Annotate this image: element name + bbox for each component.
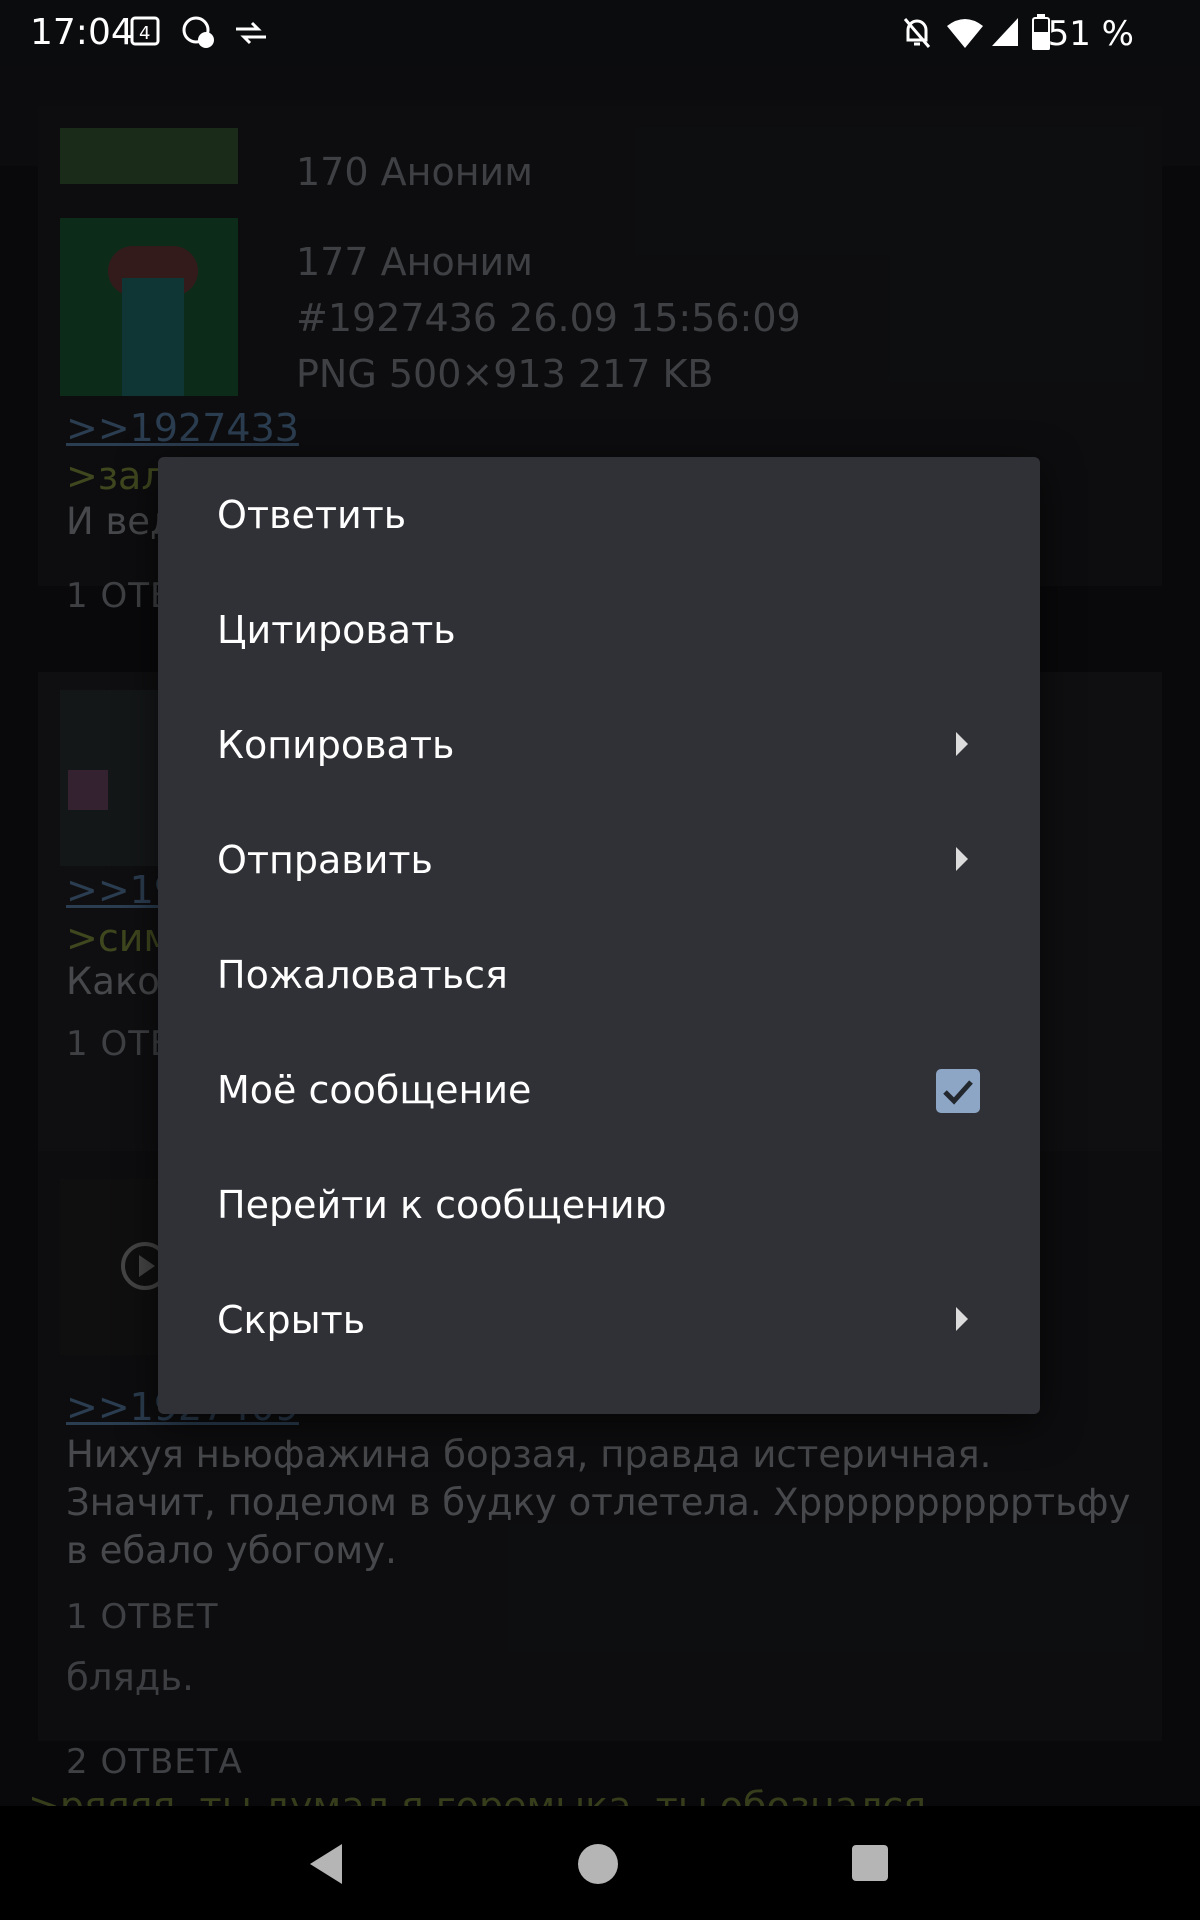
data-saver-icon — [182, 16, 214, 48]
status-bar: 17:04 4 51 % — [0, 0, 1200, 66]
bell-off-icon — [903, 18, 931, 48]
submenu-arrow-icon — [956, 1307, 968, 1331]
svg-text:4: 4 — [139, 23, 150, 44]
menu-item-my-post[interactable]: Моё сообщение — [158, 1033, 1040, 1148]
sync-arrows-icon — [236, 21, 266, 45]
battery-percent: 51 % — [1047, 14, 1134, 54]
check-icon — [943, 1080, 973, 1105]
menu-item-label: Цитировать — [217, 608, 456, 652]
menu-item-send[interactable]: Отправить — [158, 803, 1040, 918]
back-icon[interactable] — [306, 1842, 346, 1886]
menu-item-label: Скрыть — [217, 1298, 366, 1342]
post-context-menu: Ответить Цитировать Копировать Отправить… — [158, 457, 1040, 1414]
wifi-icon — [947, 19, 983, 48]
menu-item-copy[interactable]: Копировать — [158, 688, 1040, 803]
menu-item-label: Перейти к сообщению — [217, 1183, 667, 1227]
menu-item-label: Копировать — [217, 723, 455, 767]
status-time: 17:04 — [30, 12, 134, 53]
submenu-arrow-icon — [956, 732, 968, 756]
menu-item-report[interactable]: Пожаловаться — [158, 918, 1040, 1033]
menu-item-go-to-post[interactable]: Перейти к сообщению — [158, 1148, 1040, 1263]
menu-item-reply[interactable]: Ответить — [158, 458, 1040, 573]
menu-item-quote[interactable]: Цитировать — [158, 573, 1040, 688]
notification-badge-icon: 4 — [130, 16, 160, 46]
cell-signal-icon — [992, 18, 1018, 46]
home-icon[interactable] — [576, 1842, 620, 1886]
my-post-checkbox[interactable] — [936, 1069, 980, 1113]
recents-icon[interactable] — [851, 1844, 889, 1882]
system-nav-bar — [0, 1806, 1200, 1920]
submenu-arrow-icon — [956, 847, 968, 871]
menu-item-label: Пожаловаться — [217, 953, 508, 997]
menu-item-label: Ответить — [217, 493, 407, 537]
menu-item-label: Отправить — [217, 838, 433, 882]
menu-item-label: Моё сообщение — [217, 1068, 532, 1112]
menu-item-hide[interactable]: Скрыть — [158, 1263, 1040, 1378]
